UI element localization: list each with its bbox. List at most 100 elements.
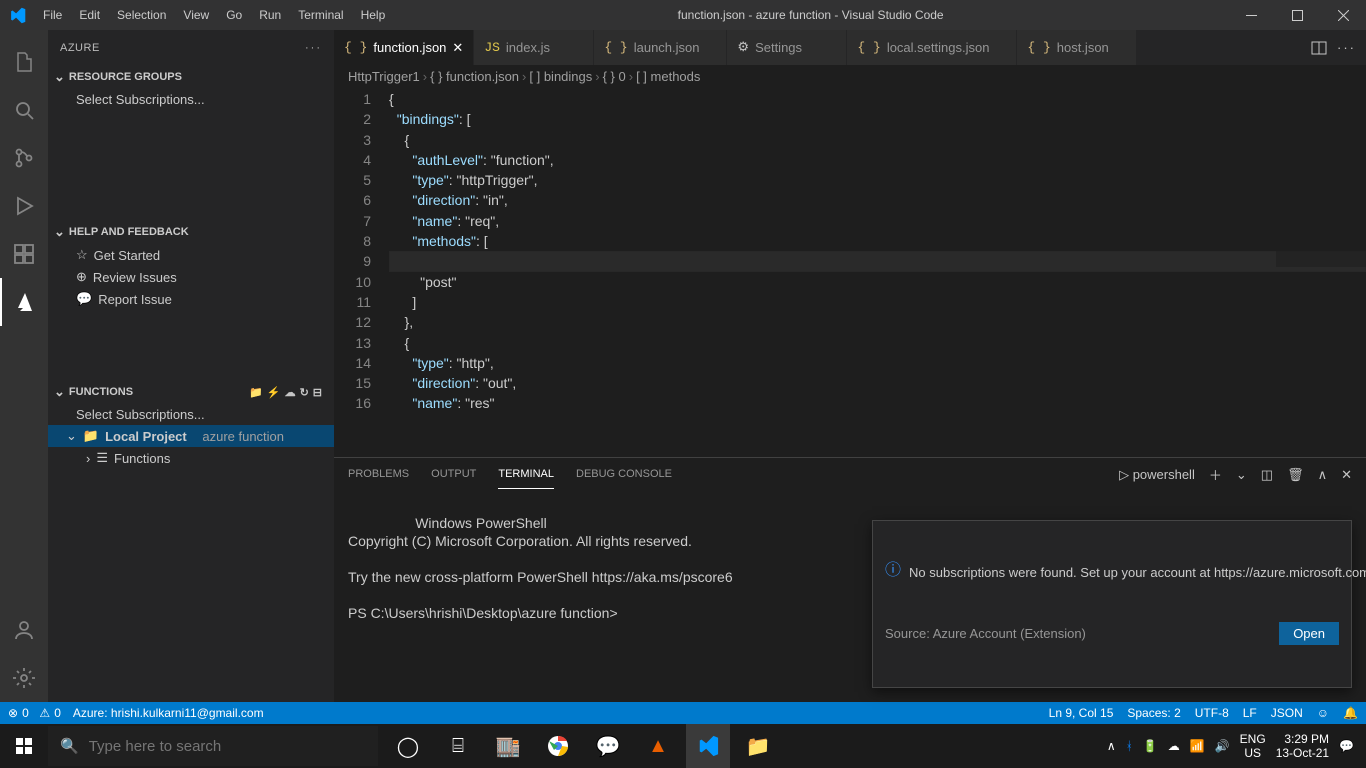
taskbar-search[interactable]: 🔍: [48, 726, 378, 766]
notifications-icon[interactable]: 💬: [1339, 739, 1354, 753]
bluetooth-icon[interactable]: ᚼ: [1126, 739, 1133, 753]
tab-host-json[interactable]: { }host.json✕: [1017, 30, 1137, 65]
menu-edit[interactable]: Edit: [71, 3, 108, 27]
code-line[interactable]: "authLevel": "function",: [389, 150, 1366, 170]
close-panel-icon[interactable]: ✕: [1341, 467, 1352, 483]
settings-gear-icon[interactable]: [0, 654, 48, 702]
status-azure-account[interactable]: Azure: hrishi.kulkarni11@gmail.com: [73, 706, 264, 720]
account-icon[interactable]: [0, 606, 48, 654]
new-terminal-icon[interactable]: ＋: [1209, 465, 1222, 484]
breadcrumb-item[interactable]: { } 0: [603, 69, 626, 84]
help-review-issues[interactable]: ⊕Review Issues: [48, 266, 334, 288]
breadcrumb-item[interactable]: HttpTrigger1: [348, 69, 420, 84]
close-button[interactable]: [1320, 0, 1366, 30]
refresh-icon[interactable]: ↻: [300, 386, 309, 399]
code-line[interactable]: "direction": "in",: [389, 190, 1366, 210]
maximize-button[interactable]: [1274, 0, 1320, 30]
status-spaces[interactable]: Spaces: 2: [1127, 706, 1180, 720]
code-line[interactable]: ]: [389, 292, 1366, 312]
vscode-taskbar-icon[interactable]: [686, 724, 730, 768]
lightning-icon[interactable]: ⚡: [267, 386, 281, 399]
search-icon[interactable]: [0, 86, 48, 134]
section-help-feedback[interactable]: ⌄ HELP AND FEEDBACK: [48, 220, 334, 244]
terminal-dropdown-icon[interactable]: ⌄: [1236, 467, 1247, 483]
onedrive-icon[interactable]: ☁: [1168, 739, 1180, 753]
functions-node[interactable]: › ☰ Functions: [48, 447, 334, 469]
local-project-item[interactable]: ⌄ 📁 Local Project azure function: [48, 425, 334, 447]
code-line[interactable]: "post": [389, 272, 1366, 292]
status-eol[interactable]: LF: [1243, 706, 1257, 720]
more-icon[interactable]: ···: [1337, 40, 1356, 55]
run-debug-icon[interactable]: [0, 182, 48, 230]
close-icon[interactable]: ✕: [452, 40, 463, 56]
split-editor-icon[interactable]: [1311, 40, 1327, 56]
cortana-icon[interactable]: ⌸: [436, 724, 480, 768]
panel-tab-debug-console[interactable]: DEBUG CONSOLE: [576, 460, 672, 489]
tab-function-json[interactable]: { }function.json✕: [334, 30, 474, 65]
collapse-icon[interactable]: ⊟: [313, 386, 322, 399]
status-cursor-pos[interactable]: Ln 9, Col 15: [1049, 706, 1114, 720]
start-button[interactable]: [0, 724, 48, 768]
resource-select-subscriptions[interactable]: Select Subscriptions...: [48, 89, 334, 110]
code-line[interactable]: },: [389, 312, 1366, 332]
breadcrumb-item[interactable]: [ ] methods: [636, 69, 700, 84]
help-get-started[interactable]: ☆Get Started: [48, 244, 334, 266]
breadcrumb-item[interactable]: { } function.json: [430, 69, 519, 84]
menu-selection[interactable]: Selection: [109, 3, 174, 27]
tab-index-js[interactable]: JSindex.js✕: [474, 30, 594, 65]
code-line[interactable]: {: [389, 89, 1366, 109]
code-line[interactable]: "type": "httpTrigger",: [389, 170, 1366, 190]
section-resource-groups[interactable]: ⌄ RESOURCE GROUPS: [48, 65, 334, 89]
menu-go[interactable]: Go: [218, 3, 250, 27]
status-errors[interactable]: ⊗ 0 ⚠ 0: [8, 706, 61, 720]
azure-icon[interactable]: [0, 278, 48, 326]
tab-local-settings-json[interactable]: { }local.settings.json✕: [847, 30, 1017, 65]
wifi-icon[interactable]: 📶: [1190, 739, 1205, 753]
menu-view[interactable]: View: [175, 3, 217, 27]
minimap[interactable]: [1276, 147, 1366, 267]
explorer-taskbar-icon[interactable]: 📁: [736, 724, 780, 768]
menu-terminal[interactable]: Terminal: [290, 3, 351, 27]
status-feedback-icon[interactable]: ☺: [1317, 706, 1329, 720]
menu-file[interactable]: File: [35, 3, 70, 27]
store-icon[interactable]: 🏬: [486, 724, 530, 768]
breadcrumb-item[interactable]: [ ] bindings: [529, 69, 592, 84]
new-project-icon[interactable]: 📁: [249, 386, 263, 399]
panel-tab-terminal[interactable]: TERMINAL: [498, 460, 554, 489]
menu-help[interactable]: Help: [353, 3, 394, 27]
breadcrumbs[interactable]: HttpTrigger1›{ } function.json›[ ] bindi…: [334, 65, 1366, 87]
section-functions[interactable]: ⌄ FUNCTIONS 📁 ⚡ ☁ ↻ ⊟: [48, 380, 334, 404]
explorer-icon[interactable]: [0, 38, 48, 86]
taskbar-clock[interactable]: 3:29 PM13-Oct-21: [1276, 732, 1329, 761]
code-line[interactable]: {: [389, 130, 1366, 150]
code-line[interactable]: "direction": "out",: [389, 373, 1366, 393]
language-indicator[interactable]: ENGUS: [1240, 732, 1266, 761]
status-language[interactable]: JSON: [1271, 706, 1303, 720]
code-line[interactable]: {: [389, 333, 1366, 353]
toast-open-button[interactable]: Open: [1279, 622, 1339, 645]
terminal-content[interactable]: Windows PowerShell Copyright (C) Microso…: [334, 491, 1366, 702]
status-encoding[interactable]: UTF-8: [1195, 706, 1229, 720]
code-line[interactable]: "bindings": [: [389, 109, 1366, 129]
code-line[interactable]: "methods": [: [389, 231, 1366, 251]
maximize-panel-icon[interactable]: ∧: [1318, 467, 1328, 483]
split-terminal-icon[interactable]: ◫: [1261, 467, 1273, 483]
code-line[interactable]: "type": "http",: [389, 353, 1366, 373]
terminal-shell-label[interactable]: ▷ powershell: [1119, 467, 1195, 483]
more-icon[interactable]: ···: [305, 42, 322, 54]
tab-Settings[interactable]: ⚙Settings✕: [727, 30, 847, 65]
menu-run[interactable]: Run: [251, 3, 289, 27]
deploy-icon[interactable]: ☁: [285, 386, 296, 399]
whatsapp-icon[interactable]: 💬: [586, 724, 630, 768]
volume-icon[interactable]: 🔊: [1215, 739, 1230, 753]
functions-select-subscriptions[interactable]: Select Subscriptions...: [48, 404, 334, 425]
taskbar-search-input[interactable]: [89, 738, 366, 755]
code-line[interactable]: "name": "req",: [389, 211, 1366, 231]
code-editor[interactable]: 12345678910111213141516 { "bindings": [ …: [334, 87, 1366, 457]
help-report-issue[interactable]: 💬Report Issue: [48, 288, 334, 310]
chrome-icon[interactable]: [536, 724, 580, 768]
kill-terminal-icon[interactable]: 🗑: [1287, 467, 1304, 483]
tray-expand-icon[interactable]: ∧: [1107, 739, 1116, 753]
panel-tab-problems[interactable]: PROBLEMS: [348, 460, 409, 489]
battery-icon[interactable]: 🔋: [1143, 739, 1158, 753]
